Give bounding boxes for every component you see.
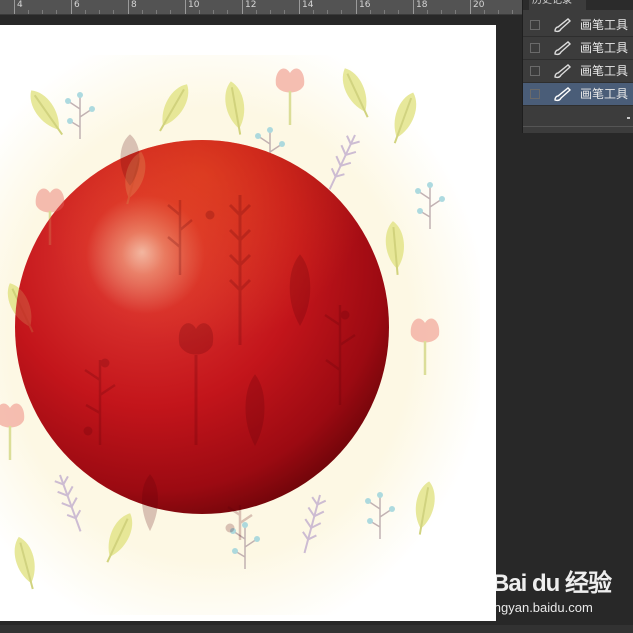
ruler-label: 18 — [416, 0, 428, 10]
baidu-logo: Bai du 经验 — [492, 570, 612, 597]
ruler-label: 6 — [74, 0, 80, 10]
horizontal-ruler[interactable]: 4 6 8 10 12 14 16 18 20 — [0, 0, 522, 15]
ruler-label: 16 — [359, 0, 371, 10]
history-item[interactable]: 画笔工具 — [523, 37, 633, 60]
history-item-label: 画笔工具 — [580, 87, 629, 101]
watermark: Bai du 经验 jingyan.baidu.com — [480, 563, 630, 621]
ruler-label: 12 — [245, 0, 257, 10]
history-item[interactable]: 画笔工具 — [523, 14, 633, 37]
watermark-url: jingyan.baidu.com — [488, 600, 593, 615]
history-checkbox[interactable] — [530, 20, 540, 30]
artwork — [0, 55, 480, 615]
ruler-label: 4 — [17, 0, 23, 10]
brush-icon — [552, 17, 572, 33]
document-canvas[interactable] — [0, 25, 496, 621]
status-strip — [0, 625, 633, 633]
history-panel-footer — [523, 108, 633, 133]
history-item[interactable]: 画笔工具 — [523, 60, 633, 83]
history-panel: 历史记录 画笔工具 画笔工具 画笔工具 画笔工具 — [522, 0, 633, 133]
history-item-label: 画笔工具 — [580, 64, 629, 78]
history-checkbox[interactable] — [530, 66, 540, 76]
brush-icon — [552, 40, 572, 56]
ruler-label: 10 — [188, 0, 200, 10]
history-item-label: 画笔工具 — [580, 41, 629, 55]
history-item-label: 画笔工具 — [580, 18, 629, 32]
history-tab[interactable]: 历史记录 — [529, 0, 586, 10]
ruler-label: 8 — [131, 0, 137, 10]
brush-icon — [552, 86, 572, 102]
history-checkbox[interactable] — [530, 43, 540, 53]
divider — [523, 126, 633, 127]
ruler-label: 14 — [302, 0, 314, 10]
workspace[interactable] — [0, 15, 522, 625]
history-tabbar: 历史记录 — [523, 0, 633, 10]
history-checkbox[interactable] — [530, 89, 540, 99]
ruler-label: 20 — [473, 0, 485, 10]
history-item-selected[interactable]: 画笔工具 — [523, 83, 633, 106]
brush-icon — [552, 63, 572, 79]
resize-handle-icon[interactable] — [627, 117, 630, 119]
